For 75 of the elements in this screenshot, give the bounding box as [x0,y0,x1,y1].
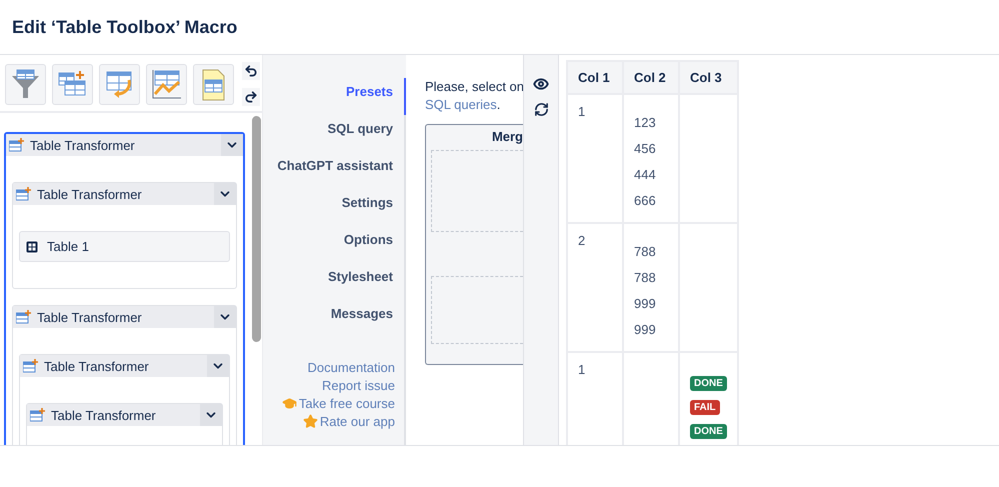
document-button[interactable] [193,64,234,104]
undo-button[interactable] [242,62,260,80]
cell-value: 456 [634,140,657,158]
help-link[interactable]: Take free course [282,396,395,411]
table-transformer-icon [9,138,25,152]
nav-tab[interactable]: Options [263,226,406,263]
transformer-node[interactable]: Table Transformer Table Transformer Table Transformer [12,305,237,445]
table-icon [26,240,38,252]
intro-text: Please, select on [425,78,523,96]
sql-queries-link[interactable]: SQL queries [425,97,497,112]
collapse-button[interactable] [214,183,236,205]
refresh-button[interactable] [534,102,548,117]
help-link[interactable]: Report issue [322,378,395,393]
cell-value: 999 [634,321,657,339]
status-lozenge: DONE [690,376,727,391]
nav-tab[interactable]: Presets [263,78,406,115]
chart-button[interactable] [146,64,187,104]
collapse-button[interactable] [214,306,236,328]
cell-value: 788 [634,243,657,261]
transform-table-button[interactable] [99,64,140,104]
cell-value: 444 [634,166,657,184]
graduation-cap-icon [282,396,297,411]
collapse-button[interactable] [200,404,222,426]
eye-icon [533,76,549,92]
dialog-title: Edit ‘Table Toolbox’ Macro [12,16,238,38]
collapse-button[interactable] [207,355,229,377]
filter-table-button[interactable] [5,64,46,104]
table-cell: 1 [567,94,623,223]
table-item[interactable]: Table 1 [19,231,230,262]
node-label: Table Transformer [51,408,157,422]
column-header: Col 1 [567,61,623,94]
scrollbar-thumb[interactable] [252,116,261,342]
nav-tab[interactable]: Stylesheet [263,263,406,300]
preset-preview-card[interactable]: Merg [425,124,523,365]
redo-icon [244,90,258,104]
table-cell: 2 [567,223,623,352]
nav-tab[interactable]: Messages [263,300,406,337]
status-lozenge: FAIL [690,400,720,415]
cell-value: 123 [634,114,657,132]
transformer-node[interactable]: Table Transformer Table 1 [12,182,237,289]
node-label: Table Transformer [44,358,150,374]
collapse-button[interactable] [221,134,243,156]
table-transformer-icon [30,408,46,422]
cell-value: 666 [634,192,657,210]
transformer-node[interactable]: Table Transformer [26,403,223,445]
nav-tab[interactable]: ChatGPT assistant [263,152,406,189]
nav-tab[interactable]: SQL query [263,115,406,152]
period-text: . [496,97,500,112]
transformer-node[interactable]: Table Transformer Table Transformer Table 1 Table Transformer Table Transformer Table Transformer [4,132,245,445]
node-label: Table Transformer [37,310,143,324]
cell-value: 788 [634,269,657,287]
table-cell: 1 [567,352,623,445]
status-lozenge: DONE [690,424,727,439]
refresh-icon [534,102,548,117]
table-label: Table 1 [47,239,90,254]
node-label: Table Transformer [30,138,136,152]
undo-icon [244,64,258,78]
redo-button[interactable] [242,88,260,106]
column-header: Col 2 [623,61,679,94]
table-transformer-icon [23,359,39,373]
nav-tab[interactable]: Settings [263,189,406,226]
star-icon [302,414,318,429]
preview-title: Merg [490,129,523,144]
add-table-button[interactable] [52,64,93,104]
table-transformer-icon [16,310,32,324]
line-chart-icon [150,68,183,100]
transformer-node[interactable]: Table Transformer Table Transformer [19,354,230,445]
table-transformer-icon [16,187,32,201]
funnel-icon [9,68,42,100]
node-label: Table Transformer [37,186,143,202]
cell-value: 999 [634,295,657,313]
help-link[interactable]: Rate our app [302,414,395,429]
preview-button[interactable] [533,76,549,92]
column-header: Col 3 [679,61,738,94]
help-link[interactable]: Documentation [308,360,395,375]
